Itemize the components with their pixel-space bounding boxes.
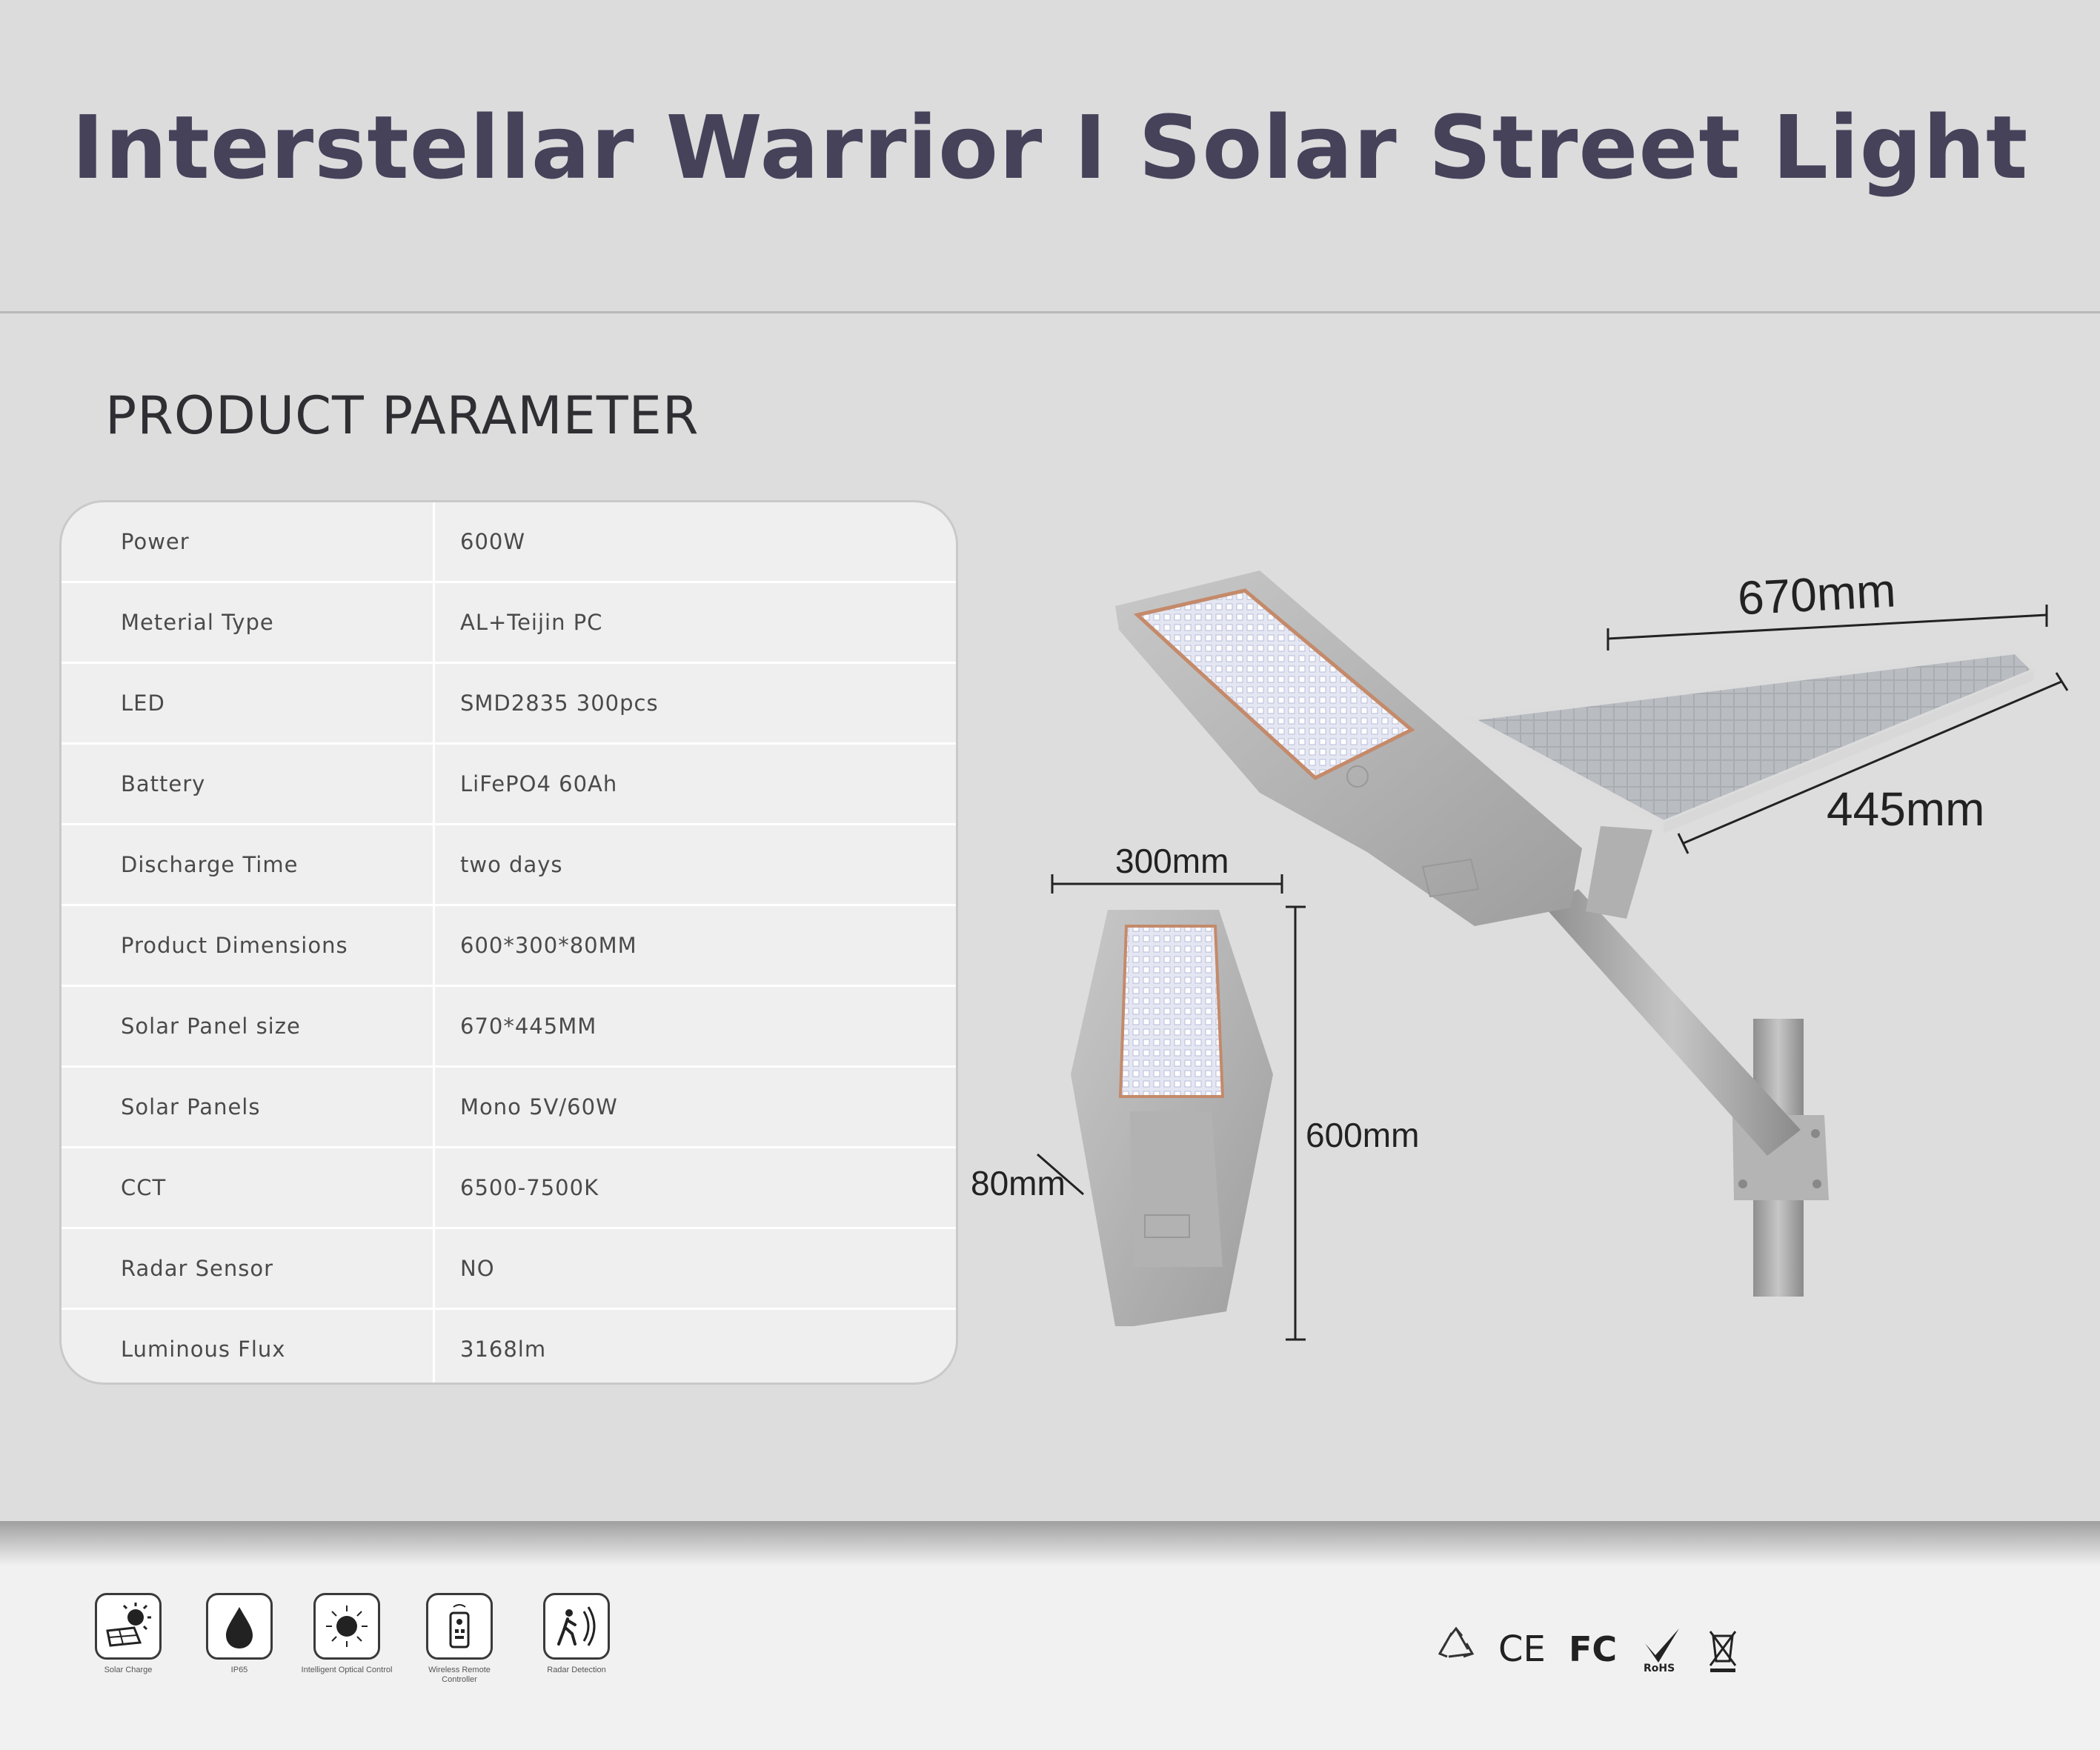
param-row-flux: Luminous Flux 3168lm (62, 1310, 956, 1383)
param-value: LiFePO4 60Ah (460, 771, 618, 796)
param-row-panel-size: Solar Panel size 670*445MM (62, 987, 956, 1068)
param-value: two days (460, 852, 563, 877)
parameter-table: Power 600W Meterial Type AL+Teijin PC LE… (59, 500, 958, 1385)
weee-bin-icon (1709, 1631, 1737, 1672)
param-label: Meterial Type (121, 610, 274, 635)
rohs-mark-icon: RoHS (1644, 1628, 1679, 1674)
ce-mark-icon: CE (1498, 1628, 1546, 1670)
param-label: Solar Panels (121, 1094, 261, 1119)
param-row-discharge: Discharge Time two days (62, 825, 956, 906)
fcc-mark-icon: FC (1569, 1629, 1617, 1669)
feature-ip65: IP65 (191, 1593, 288, 1675)
param-value: AL+Teijin PC (460, 610, 603, 635)
water-drop-icon (206, 1593, 273, 1660)
vertical-pole (1732, 1019, 1829, 1297)
param-row-power: Power 600W (62, 502, 956, 583)
feature-radar-detection: Radar Detection (528, 1593, 625, 1675)
remote-control-icon (426, 1593, 493, 1660)
param-label: Product Dimensions (121, 933, 348, 958)
param-value: 3168lm (460, 1337, 547, 1362)
section-title: PRODUCT PARAMETER (105, 385, 700, 446)
sun-icon (313, 1593, 380, 1660)
page-title: Interstellar Warrior I Solar Street Ligh… (71, 96, 2029, 199)
radar-detection-icon (543, 1593, 610, 1660)
feature-label: Radar Detection (547, 1666, 606, 1674)
panel-depth-label: 445mm (1827, 782, 1985, 836)
feature-label: Intelligent Optical Control (301, 1666, 393, 1674)
panel-width-label: 670mm (1736, 563, 1898, 625)
lamp-front-view (1071, 910, 1273, 1326)
param-value: 600*300*80MM (460, 933, 637, 958)
param-label: Luminous Flux (121, 1337, 286, 1362)
param-row-dimensions: Product Dimensions 600*300*80MM (62, 906, 956, 987)
param-label: Battery (121, 771, 206, 796)
solar-charge-icon (95, 1593, 162, 1660)
param-row-solar-panels: Solar Panels Mono 5V/60W (62, 1068, 956, 1148)
feature-remote-controller: Wireless Remote Controller (411, 1593, 508, 1685)
param-value: 670*445MM (460, 1014, 597, 1039)
param-row-led: LED SMD2835 300pcs (62, 664, 956, 745)
param-label: Solar Panel size (121, 1014, 301, 1039)
header: Interstellar Warrior I Solar Street Ligh… (0, 0, 2100, 311)
param-label: Power (121, 529, 190, 554)
param-label: CCT (121, 1175, 167, 1200)
param-value: Mono 5V/60W (460, 1094, 618, 1119)
footer-shadow (0, 1521, 2100, 1566)
lamp-width-label: 300mm (1115, 842, 1229, 880)
param-label: LED (121, 691, 165, 716)
fcc-mark-text: FC (1569, 1629, 1617, 1669)
param-value: NO (460, 1256, 495, 1281)
recycle-icon (1438, 1626, 1475, 1658)
param-row-radar: Radar Sensor NO (62, 1229, 956, 1310)
rohs-mark-text: RoHS (1644, 1663, 1675, 1674)
param-label: Radar Sensor (121, 1256, 274, 1281)
param-row-cct: CCT 6500-7500K (62, 1148, 956, 1229)
param-value: 600W (460, 529, 526, 554)
param-value: SMD2835 300pcs (460, 691, 659, 716)
product-illustration (1037, 570, 2069, 1341)
feature-label: Solar Charge (104, 1666, 153, 1674)
param-label: Discharge Time (121, 852, 299, 877)
feature-solar-charge: Solar Charge (80, 1593, 176, 1675)
feature-optical-control: Intelligent Optical Control (299, 1593, 395, 1675)
feature-label: Wireless Remote Controller (428, 1666, 491, 1684)
lamp-length-label: 600mm (1306, 1116, 1420, 1154)
lamp-thickness-label: 80mm (971, 1164, 1066, 1202)
param-row-battery: Battery LiFePO4 60Ah (62, 745, 956, 825)
param-value: 6500-7500K (460, 1175, 599, 1200)
param-row-material: Meterial Type AL+Teijin PC (62, 583, 956, 664)
ce-mark-text: CE (1498, 1628, 1546, 1670)
feature-label: IP65 (230, 1666, 248, 1674)
